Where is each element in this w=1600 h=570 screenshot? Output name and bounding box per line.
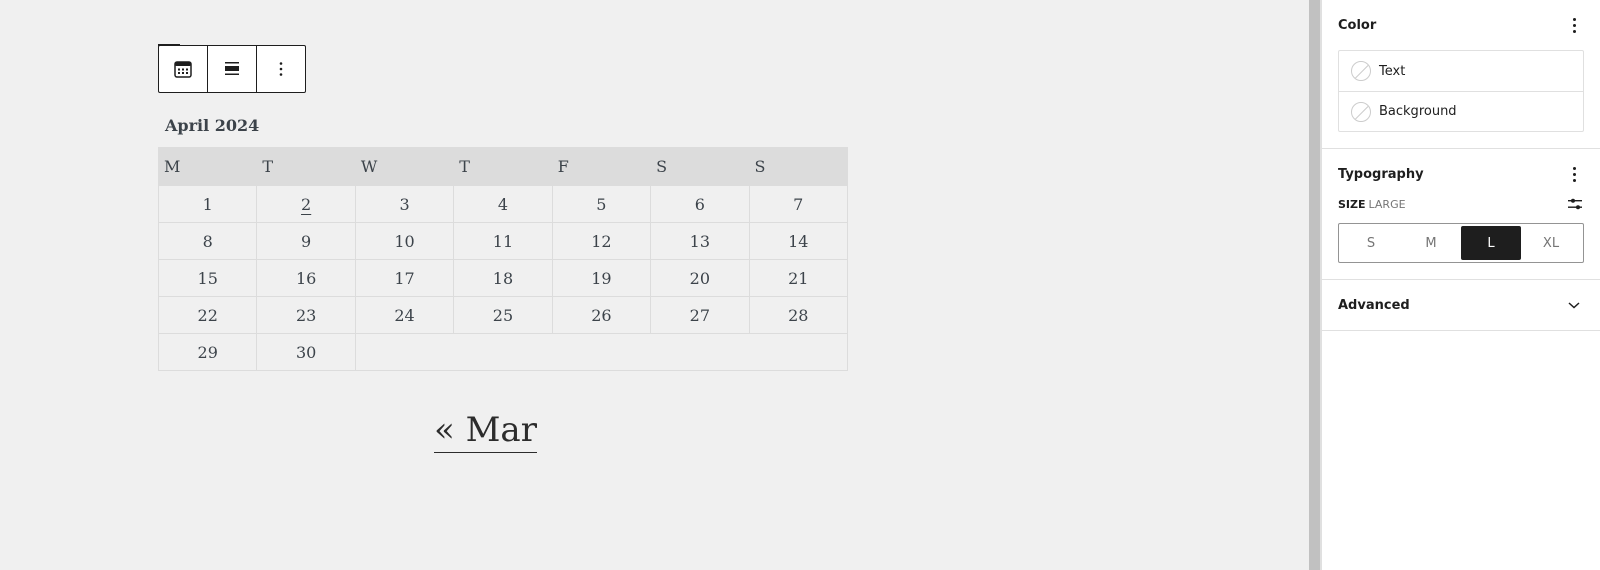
calendar-day: 10 [354,222,455,260]
calendar-day-link[interactable]: 2 [301,195,311,214]
font-size-value: Large [1368,197,1406,211]
calendar-day: 24 [354,296,455,334]
calendar-week-row: 1 2 34567 [157,185,849,223]
weekday-header-row: MTWTFSS [157,147,849,186]
chevron-down-icon[interactable] [1564,295,1584,315]
calendar-day: 6 [650,185,750,223]
calendar-day: 22 [157,296,258,334]
calendar-day: 20 [650,259,750,297]
calendar-empty-cells [354,333,849,371]
align-button[interactable] [208,46,257,92]
calendar-week-row: 8 9 10 11 12 13 14 [157,222,849,260]
calendar-day: 8 [157,222,258,260]
calendar-day: 18 [453,259,553,297]
weekday-header: F [551,147,652,186]
weekday-header: M [157,147,258,186]
typography-options-button[interactable] [1564,162,1584,186]
calendar-week-row: 15 16 17 18 19 20 21 [157,259,849,297]
color-item-background[interactable]: Background [1339,91,1583,131]
previous-month-link[interactable]: « Mar [434,410,537,453]
calendar-day: 29 [157,333,258,371]
font-size-option-xl[interactable]: XL [1521,226,1581,260]
calendar-day: 15 [157,259,258,297]
color-panel: Color Text Background [1322,0,1600,149]
more-vertical-icon [1572,166,1576,170]
settings-sidebar: Color Text Background Typography SIZE LA… [1322,0,1600,570]
calendar-table: MTWTFSS 1 2 3 4 5 6 7 8 9 10 11 12 13 14 15 16 17 18 19 20 2… [157,147,849,371]
advanced-panel-title: Advanced [1338,297,1410,313]
calendar-day: 21 [748,259,849,297]
calendar-day: 9 [256,222,356,260]
color-options-button[interactable] [1564,13,1584,37]
calendar-day: 23 [256,296,356,334]
calendar-week-row: 22 23 24 25 26 27 28 [157,296,849,334]
weekday-header: T [453,147,553,186]
calendar-day: 2 [256,185,356,223]
calendar-block-button[interactable] [159,46,208,92]
calendar-day: 14 [748,222,849,260]
calendar-day: 5 [551,185,652,223]
color-item-text[interactable]: Text [1339,51,1583,91]
weekday-header: W [354,147,455,186]
align-wide-icon [225,62,239,75]
calendar-day: 25 [453,296,553,334]
calendar-day: 12 [551,222,652,260]
empty-swatch-icon [1351,101,1371,122]
weekday-header: S [748,147,849,186]
font-size-option-l[interactable]: L [1461,226,1521,260]
calendar-day: 1 [157,185,258,223]
options-button[interactable] [257,46,305,92]
calendar-day: 19 [551,259,652,297]
typography-panel: Typography Size Large S M L XL [1322,149,1600,280]
more-vertical-icon [1572,17,1576,21]
calendar-day: 4 [453,185,553,223]
custom-size-settings-icon[interactable] [1566,195,1584,213]
calendar-day: 7 [748,185,849,223]
calendar-day: 30 [256,333,356,371]
calendar-day: 27 [650,296,750,334]
font-size-label: Size Large [1338,197,1406,211]
calendar-day: 16 [256,259,356,297]
calendar-icon [174,61,192,78]
color-item-label: Background [1379,104,1457,119]
typography-panel-title: Typography [1338,166,1424,182]
calendar-caption: April 2024 [165,116,260,135]
calendar-day: 17 [354,259,455,297]
calendar-day: 13 [650,222,750,260]
calendar-day: 26 [551,296,652,334]
font-size-option-m[interactable]: M [1401,226,1461,260]
color-list: Text Background [1338,50,1584,132]
calendar-block[interactable]: April 2024 MTWTFSS 1 2 3 4 5 6 7 8 9 10 11 12 13 14 15… [157,112,849,371]
editor-canvas: April 2024 MTWTFSS 1 2 3 4 5 6 7 8 9 10 11 12 13 14 15… [0,0,1309,570]
calendar-week-row: 29 30 [157,333,849,371]
empty-swatch-icon [1351,61,1371,81]
color-panel-title: Color [1338,17,1377,33]
calendar-day: 11 [453,222,553,260]
calendar-navigation: « Mar [434,410,537,453]
weekday-header: S [650,147,750,186]
advanced-panel[interactable]: Advanced [1322,280,1600,331]
more-vertical-icon [279,62,283,76]
canvas-scrollbar[interactable] [1309,0,1320,570]
block-toolbar [158,45,306,93]
calendar-day: 3 [354,185,455,223]
font-size-option-s[interactable]: S [1341,226,1401,260]
font-size-segmented-control: S M L XL [1338,223,1584,263]
weekday-header: T [256,147,356,186]
calendar-day: 28 [748,296,849,334]
color-item-label: Text [1379,63,1406,79]
